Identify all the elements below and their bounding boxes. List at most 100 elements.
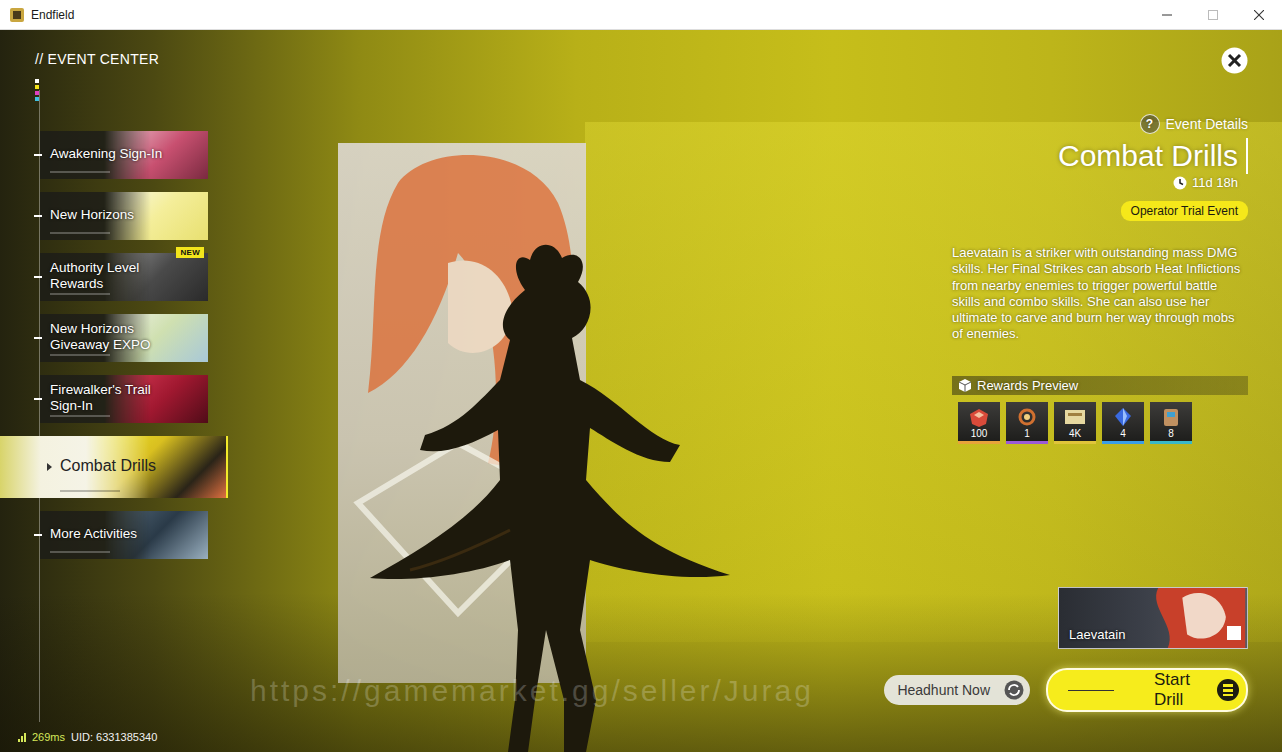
class-icon [1227,626,1241,640]
event-center-screen: // EVENT CENTER Awakening Sign-In New Hori… [0,30,1282,752]
item-underline [60,490,120,492]
status-bar: 269ms UID: 6331385340 [0,731,240,752]
reward-item-icon [1062,406,1088,428]
reward-count: 100 [971,428,988,441]
button-line [1068,690,1114,691]
help-icon: ? [1140,114,1160,134]
sidebar-item[interactable]: Firewalker's Trail Sign-In [0,375,240,423]
close-icon [1254,10,1264,20]
timer-text: 11d 18h [1192,175,1238,190]
reward-count: 4K [1069,428,1081,441]
rewards-header: Rewards Preview [952,376,1248,395]
reward-item-icon [1014,406,1040,428]
title-bar: Endfield [0,0,1282,30]
scroll-indicator [35,79,240,101]
item-marker [34,337,42,339]
event-center-title: // EVENT CENTER [0,30,240,67]
reward-item[interactable]: 1 [1006,402,1048,444]
indicator-pip [35,85,39,89]
maximize-button[interactable] [1190,0,1236,30]
event-card: Awakening Sign-In [40,131,208,179]
reward-item[interactable]: 4K [1054,402,1096,444]
reward-item-icon [1110,406,1136,428]
reward-count: 4 [1120,428,1126,441]
window-close-button[interactable] [1236,0,1282,30]
event-timer: 11d 18h [1173,175,1248,190]
spacer [0,559,240,731]
rewards-list: 100 1 4K 4 8 [952,402,1248,444]
event-card: More Activities [40,511,208,559]
event-details-panel: ? Event Details Combat Drills11d 18h Operat… [862,30,1282,752]
indicator-pip [35,79,39,83]
minimize-button[interactable] [1144,0,1190,30]
new-badge: NEW [176,247,204,258]
close-x-icon [1221,47,1248,74]
sidebar-item-label: New Horizons [40,201,142,231]
drill-icon [1216,678,1240,702]
uid-text: UID: 6331385340 [71,731,157,743]
operator-name: Laevatain [1059,627,1125,648]
item-underline [50,293,110,295]
sidebar-item-label: Combat Drills [0,452,164,482]
sidebar-item[interactable]: Authority Level RewardsNEW [0,253,240,301]
sidebar-item-label: More Activities [40,520,145,550]
button-label: Headhunt Now [897,682,990,698]
item-underline [50,171,110,173]
headhunt-button[interactable]: Headhunt Now [884,675,1030,705]
item-marker [34,398,42,400]
action-buttons: Headhunt Now Start Drill [884,668,1248,712]
event-sidebar: // EVENT CENTER Awakening Sign-In New Hori… [0,30,240,752]
operator-poster [338,143,586,683]
selected-arrow-icon [47,463,52,471]
reward-item-icon [966,406,992,428]
event-details-link[interactable]: ? Event Details [1140,114,1248,134]
operator-card[interactable]: Laevatain [1058,587,1248,649]
event-details-label: Event Details [1166,116,1248,132]
item-underline [50,354,110,356]
reward-item[interactable]: 100 [958,402,1000,444]
refresh-icon [1004,680,1024,700]
reward-item-icon [1158,406,1184,428]
poster-figure [338,143,586,683]
reward-count: 1 [1024,428,1030,441]
sidebar-item[interactable]: Awakening Sign-In [0,131,240,179]
event-card: Authority Level RewardsNEW [40,253,208,301]
clock-icon [1173,176,1187,190]
operator-silhouette [350,230,770,752]
event-list: Awakening Sign-In New Horizons Authority L… [0,131,240,559]
sidebar-item[interactable]: More Activities [0,511,240,559]
button-label: Start Drill [1154,670,1216,710]
item-marker [34,534,42,536]
signal-icon [18,732,26,742]
event-card: New Horizons Giveaway EXPO [40,314,208,362]
ping-text: 269ms [32,731,65,743]
minimize-icon [1162,10,1172,20]
rewards-label: Rewards Preview [977,378,1078,393]
window-title: Endfield [31,8,1144,22]
event-card: Combat Drills [0,436,228,498]
sidebar-item-label: Awakening Sign-In [40,140,170,170]
item-underline [50,232,110,234]
event-description: Laevatain is a striker with outstanding … [952,245,1248,343]
event-title: Combat Drills [1058,138,1248,174]
box-icon [958,378,972,393]
reward-count: 8 [1168,428,1174,441]
maximize-icon [1208,10,1218,20]
sidebar-item[interactable]: New Horizons Giveaway EXPO [0,314,240,362]
item-underline [50,551,110,553]
item-marker [34,276,42,278]
item-marker [34,154,42,156]
sidebar-item[interactable]: Combat Drills [0,436,240,498]
reward-item[interactable]: 4 [1102,402,1144,444]
spacer [240,30,862,752]
reward-item[interactable]: 8 [1150,402,1192,444]
sidebar-item[interactable]: New Horizons [0,192,240,240]
start-drill-button[interactable]: Start Drill [1046,668,1248,712]
close-button[interactable] [1221,47,1248,74]
event-card: New Horizons [40,192,208,240]
watermark: https://gamemarket.gg/seller/Jurag [250,674,814,708]
item-marker [34,215,42,217]
event-card: Firewalker's Trail Sign-In [40,375,208,423]
event-type-tag: Operator Trial Event [1121,201,1248,221]
item-underline [50,415,110,417]
